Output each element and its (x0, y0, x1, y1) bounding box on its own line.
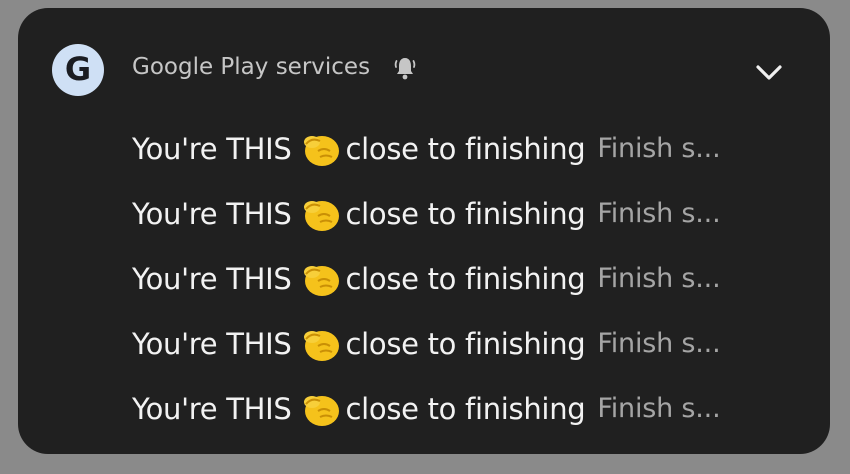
row-title-end: close to finishing (345, 326, 586, 361)
row-title-start: You're THIS (132, 196, 292, 231)
pinching-hand-emoji-icon (303, 265, 339, 296)
row-title-start: You're THIS (132, 326, 292, 361)
row-preview: Finish s... (597, 328, 721, 359)
notification-header: G Google Play services (18, 8, 830, 132)
notification-card[interactable]: G Google Play services You're THIS close… (18, 8, 830, 454)
row-preview: Finish s... (597, 133, 721, 164)
notification-row[interactable]: You're THIS close to finishing Finish s.… (132, 116, 812, 181)
notification-row[interactable]: You're THIS close to finishing Finish s.… (132, 311, 812, 376)
row-preview: Finish s... (597, 198, 721, 229)
row-title-start: You're THIS (132, 391, 292, 426)
pinching-hand-emoji-icon (303, 135, 339, 166)
expand-button[interactable] (749, 53, 789, 93)
chevron-down-icon (756, 65, 782, 80)
google-app-icon: G (52, 44, 104, 96)
row-title-start: You're THIS (132, 261, 292, 296)
pinching-hand-emoji-icon (303, 395, 339, 426)
row-title-end: close to finishing (345, 196, 586, 231)
row-title-end: close to finishing (345, 261, 586, 296)
app-icon-letter: G (64, 50, 92, 88)
notification-list: You're THIS close to finishing Finish s.… (132, 116, 812, 441)
row-preview: Finish s... (597, 263, 721, 294)
pinching-hand-emoji-icon (303, 330, 339, 361)
row-title-end: close to finishing (345, 131, 586, 166)
app-name: Google Play services (132, 54, 371, 80)
row-preview: Finish s... (597, 393, 721, 424)
row-title-end: close to finishing (345, 391, 586, 426)
pinching-hand-emoji-icon (303, 200, 339, 231)
row-title-start: You're THIS (132, 131, 292, 166)
notification-row[interactable]: You're THIS close to finishing Finish s.… (132, 181, 812, 246)
notification-row[interactable]: You're THIS close to finishing Finish s.… (132, 376, 812, 441)
notification-row[interactable]: You're THIS close to finishing Finish s.… (132, 246, 812, 311)
bell-ringing-icon (394, 58, 416, 80)
